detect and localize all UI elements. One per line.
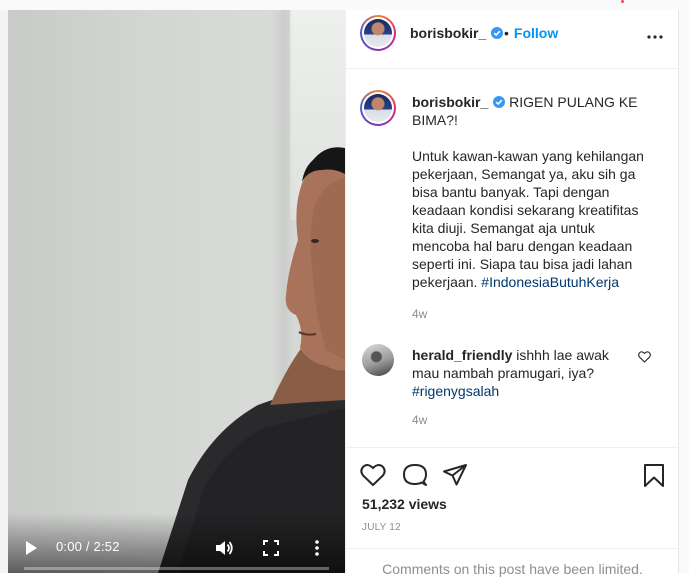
share-icon[interactable] (442, 463, 468, 487)
video-frame-person (158, 147, 345, 573)
follow-button[interactable]: • Follow (504, 25, 558, 41)
post-header: borisbokir_ • Follow (346, 10, 679, 69)
fullscreen-icon[interactable] (263, 540, 279, 556)
browser-top-strip (0, 0, 689, 10)
author-username[interactable]: borisbokir_ (410, 25, 504, 41)
notification-dot (621, 0, 624, 3)
caption-hashtag[interactable]: #IndonesiaButuhKerja (481, 274, 619, 290)
post-panel: borisbokir_ • Follow borisbokir_ RIGEN PU… (345, 10, 679, 577)
comment-like-icon[interactable] (638, 351, 651, 363)
commenter-username[interactable]: herald_friendly (412, 347, 512, 363)
caption-text: borisbokir_ RIGEN PULANG KE BIMA?! Untuk… (412, 93, 652, 291)
more-horizontal-icon[interactable] (646, 29, 664, 39)
verified-icon (491, 27, 504, 39)
video-player[interactable]: 0:00 / 2:52 (8, 10, 345, 573)
video-time: 0:00 / 2:52 (56, 539, 120, 554)
author-avatar[interactable] (360, 15, 396, 51)
bookmark-icon[interactable] (643, 463, 665, 488)
verified-icon (493, 96, 506, 108)
post-actions (346, 447, 679, 487)
follow-label: Follow (513, 25, 559, 41)
video-progress-bar[interactable] (24, 567, 329, 570)
post-date: JULY 12 (362, 522, 401, 533)
video-controls: 0:00 / 2:52 (8, 513, 345, 573)
caption-body: Untuk kawan-kawan yang kehilangan pekerj… (412, 148, 644, 290)
play-icon[interactable] (22, 539, 40, 557)
comment-icon[interactable] (402, 463, 428, 487)
volume-icon[interactable] (214, 539, 234, 557)
heart-icon[interactable] (360, 463, 386, 487)
caption-age: 4w (412, 307, 428, 321)
comment-hashtag[interactable]: #rigenygsalah (412, 383, 499, 399)
more-vertical-icon[interactable] (313, 539, 321, 557)
page-left-margin (0, 10, 8, 573)
caption-avatar[interactable] (360, 90, 396, 126)
page-right-edge (678, 10, 689, 573)
commenter-avatar[interactable] (362, 344, 394, 376)
comment-age: 4w (412, 413, 428, 427)
caption-username[interactable]: borisbokir_ (412, 94, 488, 110)
view-count[interactable]: 51,232 views (362, 496, 447, 512)
comment-text: herald_friendly ishhh lae awak mau namba… (412, 346, 632, 400)
